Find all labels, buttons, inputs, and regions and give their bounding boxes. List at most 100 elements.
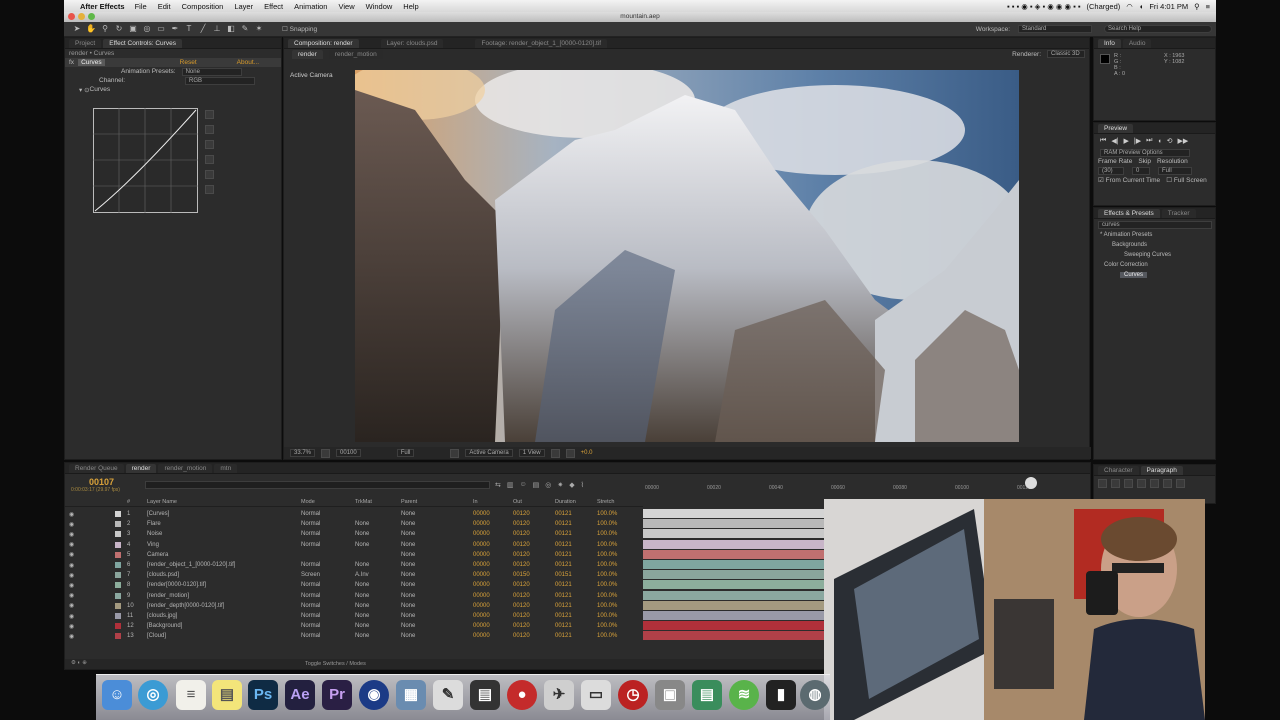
search-help-input[interactable]: Search Help: [1104, 25, 1212, 33]
menu-composition[interactable]: Composition: [182, 2, 224, 11]
layer-mode[interactable]: Normal: [301, 633, 320, 639]
ram-preview-options-dropdown[interactable]: RAM Preview Options: [1100, 148, 1190, 157]
layer-track-bar[interactable]: [643, 611, 825, 620]
terminal-icon[interactable]: ▮: [766, 680, 796, 710]
clock-icon[interactable]: ◷: [618, 680, 648, 710]
puppet-tool-icon[interactable]: ✶: [254, 24, 264, 34]
minimize-window-button[interactable]: [78, 13, 85, 20]
composition-viewer[interactable]: [355, 70, 1019, 442]
layer-row[interactable]: ◉ 13 [Cloud] Normal None None 00000 00120 00121 1…: [65, 631, 640, 641]
tab-audio[interactable]: Audio: [1122, 39, 1152, 48]
effect-name[interactable]: Curves: [78, 59, 105, 66]
reset-link[interactable]: Reset: [180, 59, 197, 66]
layer-parent[interactable]: None: [401, 542, 415, 548]
pen-tool-icon[interactable]: ✒: [170, 24, 180, 34]
preview-icon[interactable]: ▦: [396, 680, 426, 710]
open-curve-icon[interactable]: [205, 140, 214, 149]
layer-trkmat[interactable]: None: [355, 582, 369, 588]
layer-mode[interactable]: Normal: [301, 593, 320, 599]
justify-left-icon[interactable]: [1137, 478, 1146, 488]
menu-layer[interactable]: Layer: [234, 2, 253, 11]
app-name[interactable]: After Effects: [80, 2, 125, 11]
tab-info[interactable]: Info: [1098, 39, 1121, 48]
menu-effect[interactable]: Effect: [264, 2, 283, 11]
workspace-dropdown[interactable]: Standard: [1018, 25, 1092, 33]
layer-parent[interactable]: None: [401, 623, 415, 629]
layer-parent[interactable]: None: [401, 521, 415, 527]
layer-trkmat[interactable]: None: [355, 623, 369, 629]
layer-mode[interactable]: Normal: [301, 623, 320, 629]
layer-parent[interactable]: None: [401, 562, 415, 568]
stickies-icon[interactable]: ▤: [212, 680, 242, 710]
script-icon[interactable]: ✎: [433, 680, 463, 710]
layer-mode[interactable]: Normal: [301, 531, 320, 537]
eye-icon[interactable]: ◉: [69, 572, 74, 579]
text-tool-icon[interactable]: T: [184, 24, 194, 34]
layer-track-bar[interactable]: [643, 590, 825, 600]
tree-sweeping-curves[interactable]: Sweeping Curves: [1100, 250, 1215, 260]
layer-track-bar[interactable]: [643, 509, 825, 518]
tab-composition-render[interactable]: Composition: render: [288, 39, 359, 48]
animation-presets-dropdown[interactable]: None: [181, 67, 242, 76]
justify-right-icon[interactable]: [1163, 478, 1172, 488]
views-dropdown[interactable]: 1 View: [518, 449, 545, 457]
layer-trkmat[interactable]: None: [355, 613, 369, 619]
curves-graph[interactable]: [93, 108, 199, 214]
eye-icon[interactable]: ◉: [69, 531, 74, 538]
tab-timeline-render[interactable]: render: [125, 464, 157, 473]
layer-row[interactable]: ◉ 5 Camera None 00000 00120 00121 100.0%: [65, 550, 640, 560]
selection-tool-icon[interactable]: ➤: [72, 24, 82, 34]
layer-row[interactable]: ◉ 3 Noise Normal None None 00000 00120 00121 100.…: [65, 529, 640, 539]
last-frame-icon[interactable]: ⏭: [1146, 137, 1152, 145]
fast-preview-icon[interactable]: [550, 448, 560, 458]
layer-mode[interactable]: Normal: [301, 582, 320, 588]
notification-icon[interactable]: ≡: [1206, 2, 1210, 11]
prev-frame-icon[interactable]: ◀|: [1111, 137, 1118, 145]
layer-parent[interactable]: None: [401, 593, 415, 599]
layer-mode[interactable]: Screen: [301, 572, 320, 578]
layer-row[interactable]: ◉ 11 [clouds.jpg] Normal None None 00000 00120 0…: [65, 611, 640, 621]
after-effects-icon[interactable]: Ae: [285, 680, 315, 710]
layer-row[interactable]: ◉ 10 [render_depth[0000-0120].tif] Normal No…: [65, 601, 640, 611]
layer-row[interactable]: ◉ 6 [render_object_1_[0000-0120].tif] Norma…: [65, 560, 640, 570]
eye-icon[interactable]: ◉: [69, 633, 74, 640]
layer-track-bar[interactable]: [643, 631, 825, 641]
mail-icon[interactable]: ✈: [544, 680, 574, 710]
layer-mode[interactable]: Normal: [301, 542, 320, 548]
safari-icon[interactable]: ◎: [138, 680, 168, 710]
layer-parent[interactable]: None: [401, 633, 415, 639]
fx-toggle[interactable]: fx: [69, 59, 74, 66]
battery-status[interactable]: (Charged): [1087, 2, 1121, 11]
loop-icon[interactable]: ⟲: [1167, 137, 1173, 145]
layer-trkmat[interactable]: A.Inv: [355, 572, 369, 578]
layer-parent[interactable]: None: [401, 531, 415, 537]
save-curve-icon[interactable]: [205, 155, 214, 164]
tab-tracker[interactable]: Tracker: [1161, 209, 1196, 218]
layer-track-bar[interactable]: [643, 621, 825, 631]
layer-mode[interactable]: Normal: [301, 613, 320, 619]
tab-footage-render-object[interactable]: Footage: render_object_1_[0000-0120].tif: [475, 39, 608, 48]
eye-icon[interactable]: ◉: [69, 592, 74, 599]
timeline-search-input[interactable]: [145, 481, 490, 489]
menu-animation[interactable]: Animation: [294, 2, 327, 11]
exposure-value[interactable]: +0.0: [581, 450, 593, 456]
mask-tool-icon[interactable]: ▭: [156, 24, 166, 34]
curves-twirl-icon[interactable]: ▾ ⊙: [79, 86, 90, 94]
layer-row[interactable]: ◉ 2 Flare Normal None None 00000 00120 00121 100.…: [65, 519, 640, 529]
layer-parent[interactable]: None: [401, 582, 415, 588]
layer-row[interactable]: ◉ 7 [clouds.psd] Screen A.Inv None 00000 00150 0…: [65, 570, 640, 580]
clone-tool-icon[interactable]: ⊥: [212, 24, 222, 34]
flowchart-icon[interactable]: [565, 448, 575, 458]
layer-mode[interactable]: Normal: [301, 603, 320, 609]
tab-paragraph[interactable]: Paragraph: [1140, 466, 1183, 475]
skip-input[interactable]: 0: [1132, 166, 1150, 175]
timeline-footer-icons[interactable]: ⚙ ◐ ⊕: [71, 660, 87, 666]
spotify-icon[interactable]: ≋: [729, 680, 759, 710]
cinema4d-icon[interactable]: ◉: [359, 680, 389, 710]
graph-editor-icon[interactable]: ⌇: [581, 481, 584, 489]
menu-help[interactable]: Help: [403, 2, 418, 11]
rotate-tool-icon[interactable]: ↻: [114, 24, 124, 34]
zoom-window-button[interactable]: [88, 13, 95, 20]
frame-rate-dropdown[interactable]: (30): [1098, 166, 1124, 175]
layer-mode[interactable]: Normal: [301, 511, 320, 517]
